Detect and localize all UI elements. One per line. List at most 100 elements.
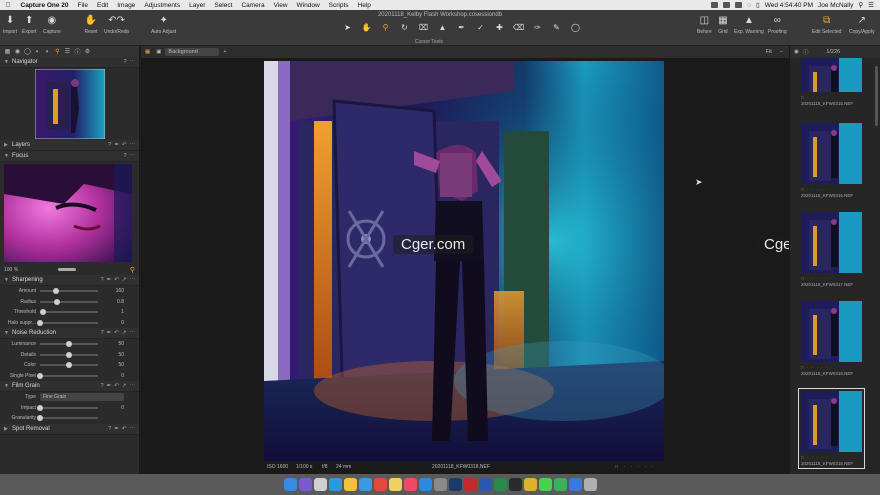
output-tab-icon[interactable]: ⚙ [84,48,91,55]
thumbnail[interactable]: □ · · · · · 20201118_KFW0318.NEF [798,388,865,469]
slider-track[interactable] [40,341,98,348]
rotate-tool-icon[interactable]: ↻ [397,23,412,32]
lens-tab-icon[interactable]: ◯ [24,48,31,55]
more-icon[interactable]: ⋯ [130,426,136,432]
focus-header[interactable]: ▼ Focus ? ⋯ [0,151,139,162]
thumbnail[interactable]: □ · · · · · 20201118_KFW0316.NEF [801,123,862,198]
word-icon[interactable] [478,478,492,491]
slider-track[interactable] [37,415,98,422]
slider-track[interactable] [37,404,98,411]
slider-value[interactable]: 0.8 [98,299,124,305]
menu-edit[interactable]: Edit [93,2,113,9]
help-icon[interactable]: ? [101,330,104,336]
more-icon[interactable]: ⋯ [130,277,136,283]
notes-icon[interactable] [388,478,402,491]
eraser-tool-icon[interactable]: ⌫ [511,23,526,32]
navigator-thumbnail[interactable] [34,69,105,139]
eye-icon[interactable]: ◉ [794,49,799,55]
slider-knob[interactable] [66,351,72,358]
menu-select[interactable]: Select [210,2,237,9]
focus-image[interactable] [4,164,132,262]
library-tab-icon[interactable]: ▦ [4,48,11,55]
undo-redo-button[interactable]: ↶↷ Undo/Redo [104,14,129,36]
info-icon[interactable]: ⓘ [803,48,809,56]
safari-icon[interactable] [328,478,342,491]
help-icon[interactable]: ? [101,383,104,389]
reset-icon[interactable]: ↶ [114,277,119,283]
brush-icon[interactable]: ✒ [114,142,119,148]
slider-value[interactable]: 50 [98,341,124,347]
thumbnail-rating[interactable]: □ · · · · · [801,276,862,281]
spot-removal-header[interactable]: ▶ Spot Removal ? ✒ ↶ ⋯ [0,423,139,435]
slider-knob[interactable] [52,288,59,295]
menu-window[interactable]: Window [292,2,324,9]
collapse-icon[interactable]: ▼ [4,153,12,159]
capture-button[interactable]: ◉ Capture [43,14,61,36]
brush-icon[interactable]: ✒ [107,277,112,283]
status-icon[interactable] [711,2,719,8]
navigator-header[interactable]: ▼ Navigator ? ⋯ [0,57,139,68]
keynote-icon[interactable] [568,478,582,491]
launchpad-icon[interactable] [313,478,327,491]
edit-selected-button[interactable]: ⧉ Edit Selected [812,14,841,36]
reset-icon[interactable]: ↶ [114,383,119,389]
thumbnail-rating[interactable]: □ · · · · · [801,455,862,460]
export-button[interactable]: ⬆ Export [22,14,36,36]
menu-adjustments[interactable]: Adjustments [140,2,185,9]
help-icon[interactable]: ? [108,426,111,432]
copy-icon[interactable]: ↗ [122,383,127,389]
focus-picker-icon[interactable]: ⚲ [130,266,135,274]
adjustments-tab-icon[interactable]: ☰ [64,48,71,55]
thumbnail[interactable]: □ · · · · · 20201118_KFW0315.NEF [801,58,862,106]
excel-icon[interactable] [493,478,507,491]
proofing-button[interactable]: ∞ Proofing [768,14,787,36]
expand-icon[interactable]: ▶ [4,426,12,432]
zoom-out-icon[interactable]: − [780,49,783,55]
menu-app[interactable]: Capture One 20 [16,2,73,9]
collapse-icon[interactable]: ▼ [4,383,12,389]
slider-knob[interactable] [54,298,61,305]
menu-image[interactable]: Image [113,2,140,9]
slider-knob[interactable] [37,404,43,411]
slider-value[interactable]: 0 [98,373,124,379]
status-icon[interactable] [735,2,743,8]
gradient-tool-icon[interactable]: ✓ [473,23,488,32]
add-layer-icon[interactable]: + [223,49,226,55]
zoom-tool-icon[interactable]: ⚲ [378,23,393,32]
more-icon[interactable]: ⋯ [130,383,136,389]
reset-icon[interactable]: ↶ [114,330,119,336]
reset-button[interactable]: ✋ Reset [84,14,98,36]
menu-view[interactable]: View [269,2,292,9]
more-icon[interactable]: ⋯ [130,59,136,65]
grid-view-icon[interactable]: ▦ [145,49,150,55]
picker-tool-icon[interactable]: ✑ [530,23,545,32]
slider-value[interactable]: 50 [98,362,124,368]
photos-icon[interactable] [343,478,357,491]
metadata-tab-icon[interactable]: ⓘ [74,48,81,56]
collapse-icon[interactable]: ▼ [4,59,12,65]
crop-tool-icon[interactable]: ⌧ [416,23,431,32]
slider-track[interactable] [40,298,98,305]
more-icon[interactable]: ⋯ [130,142,136,148]
thumbnail-rating[interactable]: □ · · · · · [801,187,862,192]
menu-layer[interactable]: Layer [185,2,210,9]
annotate-tool-icon[interactable]: ✎ [549,23,564,32]
menu-camera[interactable]: Camera [237,2,269,9]
brush-icon[interactable]: ✒ [107,330,112,336]
before-button[interactable]: ◫ Before [697,14,712,36]
thumbnail[interactable]: □ · · · · · 20201118_KFW0317.NEF [801,212,862,287]
thumbnail-rating[interactable]: □ · · · · · [801,95,862,100]
browser-scrollbar[interactable] [875,66,878,126]
help-icon[interactable]: ? [123,153,126,159]
slider-knob[interactable] [39,309,46,316]
help-icon[interactable]: ? [101,277,104,283]
keystone-tool-icon[interactable]: ▲ [435,23,450,32]
slider-knob[interactable] [37,372,43,379]
wifi-icon[interactable]: ◌ [747,2,751,9]
mail-icon[interactable] [358,478,372,491]
help-icon[interactable]: ? [108,142,111,148]
copy-apply-button[interactable]: ↗ Copy/Apply [849,14,875,36]
battery-icon[interactable]: ▯ [756,1,760,9]
clock[interactable]: Wed 4:54:40 PM [765,2,813,9]
slider-value[interactable]: 0 [98,320,124,326]
